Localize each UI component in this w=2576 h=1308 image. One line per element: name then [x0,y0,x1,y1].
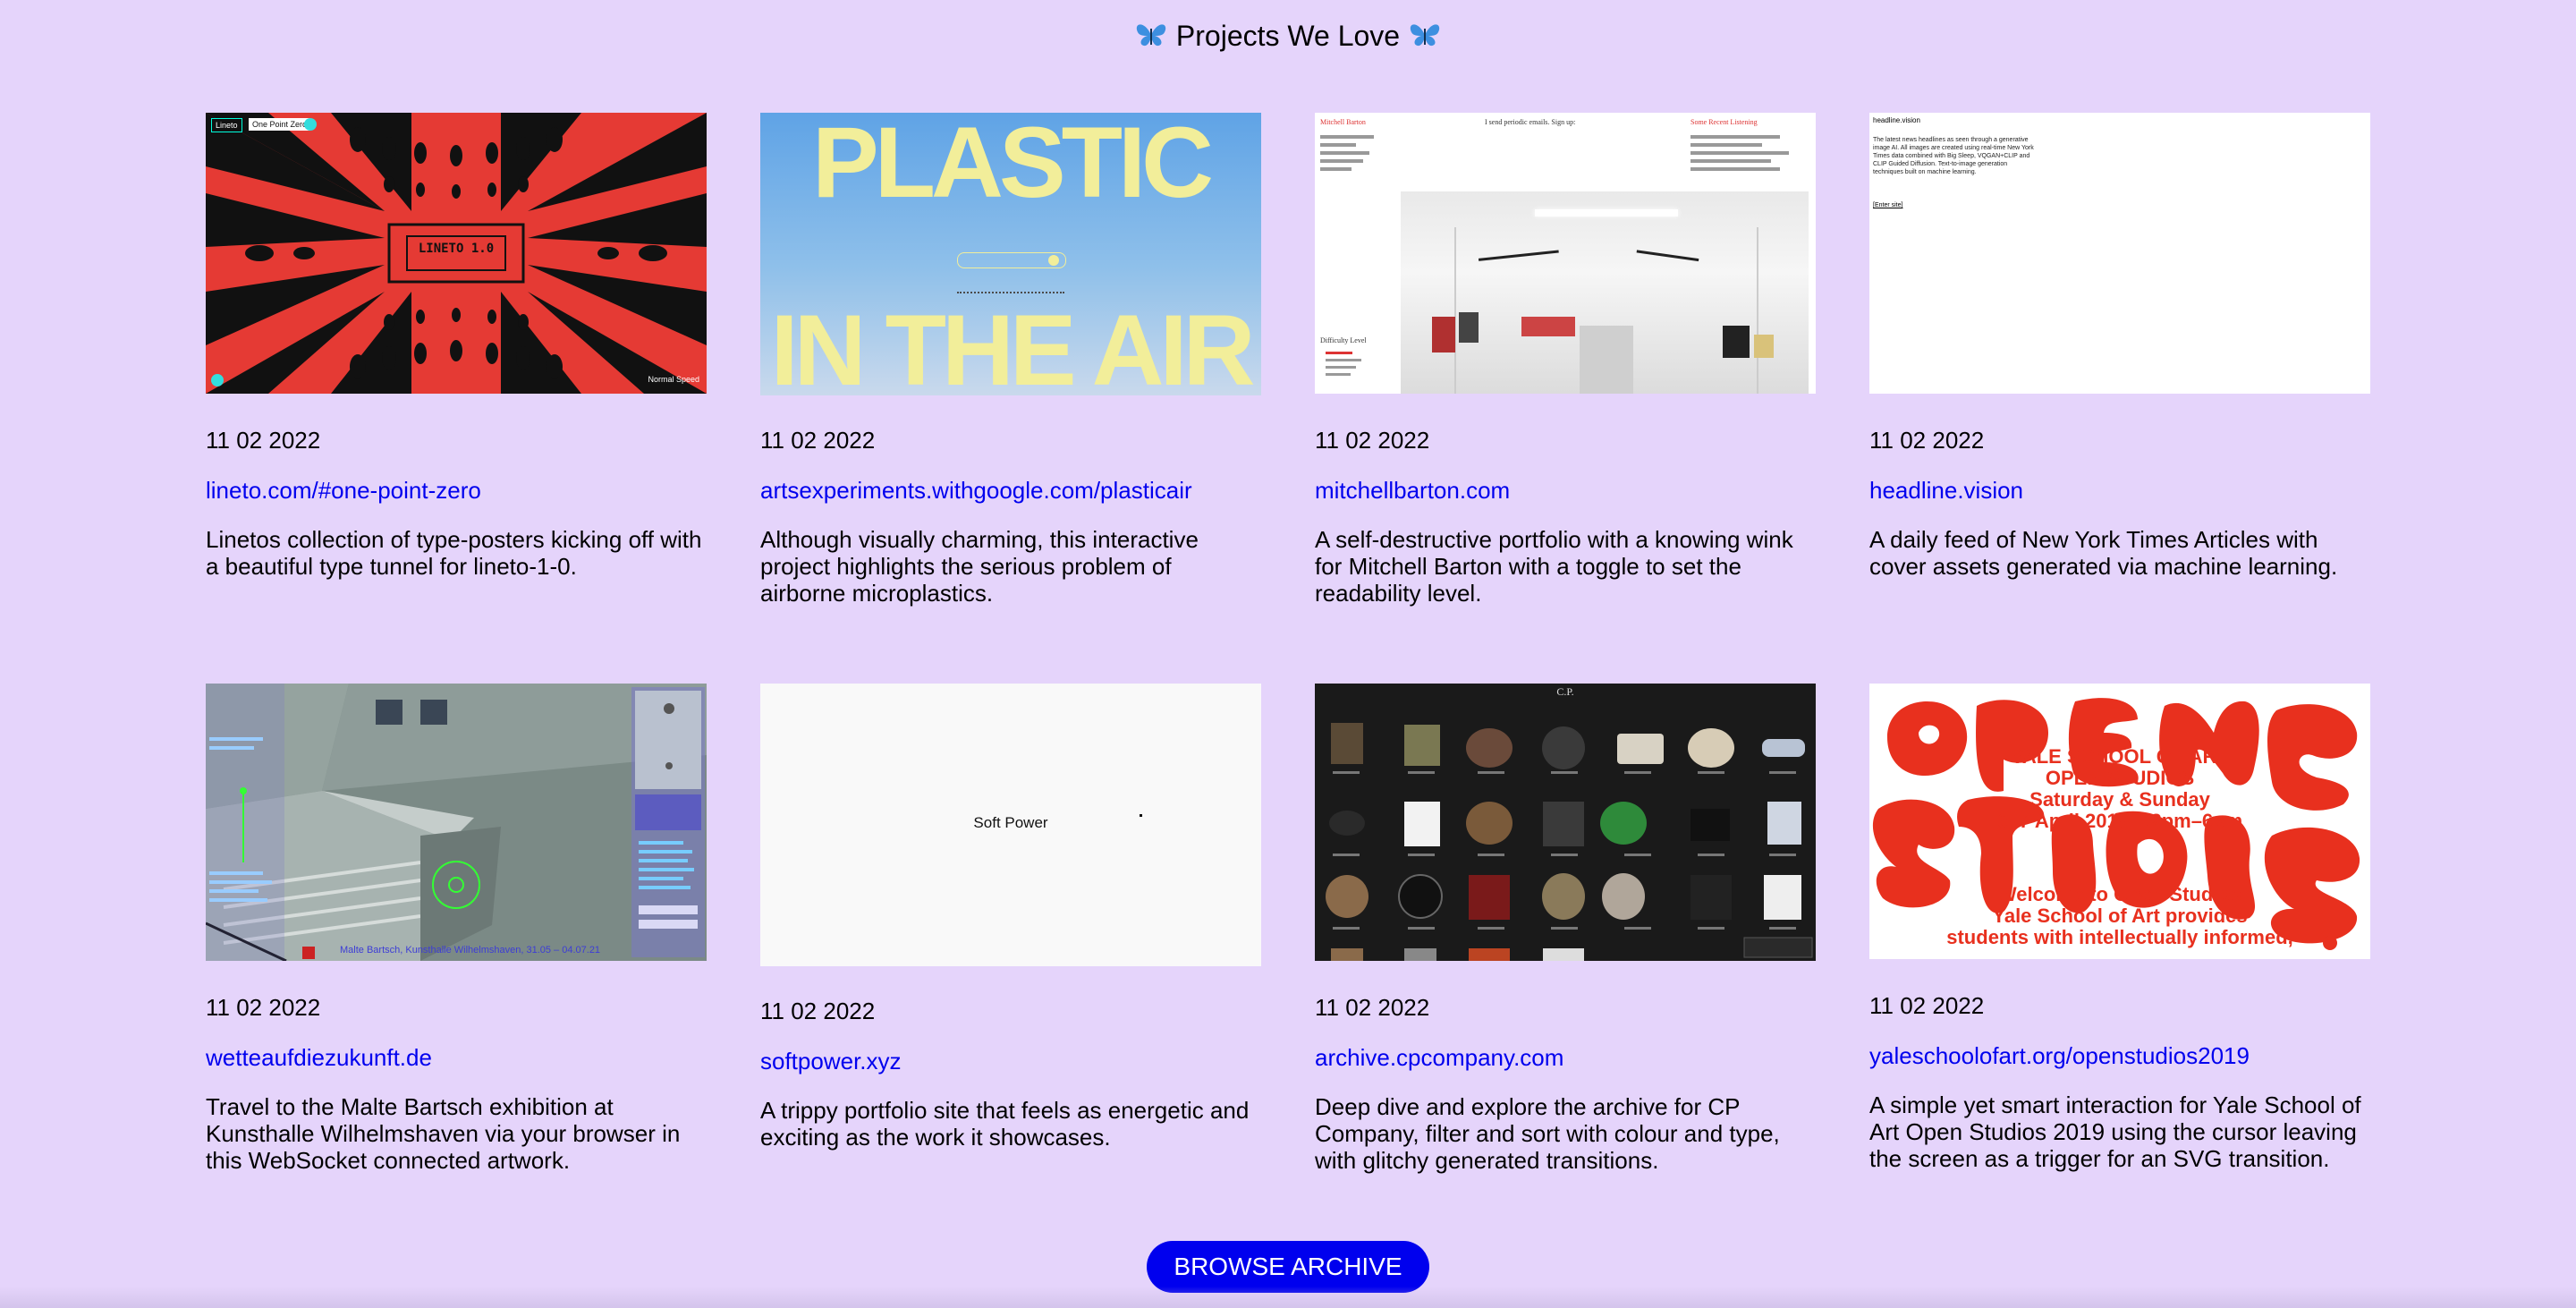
thumb-circle-icon [211,374,224,386]
project-description: Linetos collection of type-posters kicki… [206,526,702,580]
project-card: headline.vision The latest news headline… [1869,113,2370,580]
thumb-text: Saturday & Sunday [2029,788,2210,811]
bottom-fade [0,1287,2576,1308]
project-date: 11 02 2022 [206,994,321,1021]
project-thumbnail[interactable]: LINETO 1.0 Lineto One Point Zero Normal … [206,113,707,394]
thumb-list [1690,131,1798,175]
thumb-center-text: LINETO 1.0 [418,242,495,256]
cursor-icon [1140,814,1142,817]
thumb-body: The latest news headlines as seen throug… [1873,137,2034,175]
project-date: 11 02 2022 [760,998,876,1024]
project-thumbnail[interactable]: YALE SCHOOL OF ART OPEN STUDIOS Saturday… [1869,684,2370,959]
thumb-text: OPEN STUDIOS [2045,767,2195,789]
thumb-tagline: I send periodic emails. Sign up: [1485,118,1576,126]
project-card: Soft Power 11 02 2022 softpower.xyz A tr… [760,684,1261,1151]
project-link[interactable]: yaleschoolofart.org/openstudios2019 [1869,1041,2370,1070]
thumb-tag: Lineto [211,118,242,132]
project-date: 11 02 2022 [760,427,876,454]
thumb-list [1326,347,1379,380]
project-thumbnail[interactable]: headline.vision The latest news headline… [1869,113,2370,394]
project-link[interactable]: headline.vision [1869,476,2370,505]
thumb-tag: One Point Zero [249,118,311,131]
project-link[interactable]: artsexperiments.withgoogle.com/plasticai… [760,476,1261,505]
thumb-text: Yale School of Art provides [1992,905,2248,927]
thumb-toggle-knob [1048,255,1059,266]
project-thumbnail[interactable]: Soft Power [760,684,1261,966]
thumb-text: YALE SCHOOL OF ART [2011,745,2229,768]
thumb-headline: PLASTIC [811,113,1214,218]
thumb-caption: Malte Bartsch, Kunsthalle Wilhelmshaven,… [340,945,601,956]
butterfly-icon [1135,19,1167,58]
project-thumbnail[interactable]: PLASTIC IN THE AIR [760,113,1261,395]
project-thumbnail[interactable]: Malte Bartsch, Kunsthalle Wilhelmshaven,… [206,684,707,961]
thumb-text: students with intellectually informed, [1946,926,2293,948]
project-card: C.P. 11 02 2022 archive.cpcompany.com De… [1315,684,1816,1174]
project-description: A daily feed of New York Times Articles … [1869,526,2338,580]
page-title: Projects We Love [0,16,2576,58]
thumb-headline: IN THE AIR [770,294,1256,396]
thumb-heading: headline.vision [1873,116,1920,124]
project-card: Malte Bartsch, Kunsthalle Wilhelmshaven,… [206,684,707,1174]
project-card: PLASTIC IN THE AIR 11 02 2022 artsexperi… [760,113,1261,607]
butterfly-icon [1409,19,1441,58]
browse-archive-button[interactable]: BROWSE ARCHIVE [1147,1241,1429,1293]
thumb-section: Some Recent Listening [1690,118,1758,126]
project-thumbnail[interactable]: Mitchell Barton I send periodic emails. … [1315,113,1816,394]
thumb-circle-icon [304,118,317,131]
thumb-corner-text: Normal Speed [648,375,699,384]
project-thumbnail[interactable]: C.P. [1315,684,1816,961]
project-card: LINETO 1.0 Lineto One Point Zero Normal … [206,113,707,580]
project-card: Mitchell Barton I send periodic emails. … [1315,113,1816,607]
project-description: A self-destructive portfolio with a know… [1315,526,1793,607]
project-link[interactable]: wetteaufdiezukunft.de [206,1043,707,1072]
project-date: 11 02 2022 [1315,994,1430,1021]
page-title-text: Projects We Love [1175,20,1401,52]
thumb-enter-link: [Enter site] [1873,202,1903,208]
project-card: YALE SCHOOL OF ART OPEN STUDIOS Saturday… [1869,684,2370,1172]
project-description: Although visually charming, this interac… [760,526,1199,607]
project-description: A trippy portfolio site that feels as en… [760,1097,1250,1151]
project-link[interactable]: archive.cpcompany.com [1315,1043,1816,1072]
project-date: 11 02 2022 [1869,992,1985,1019]
project-description: Deep dive and explore the archive for CP… [1315,1093,1780,1174]
project-link[interactable]: lineto.com/#one-point-zero [206,476,707,505]
thumb-text: Welcome to Open Studios [1997,883,2242,905]
project-link[interactable]: softpower.xyz [760,1047,1261,1075]
project-date: 11 02 2022 [1315,427,1430,454]
thumb-name: Mitchell Barton [1320,118,1366,126]
thumb-center-text: Soft Power [973,814,1048,831]
project-description: A simple yet smart interaction for Yale … [1869,1091,2361,1172]
project-date: 11 02 2022 [206,427,321,454]
thumb-gallery-image [1401,191,1809,394]
thumb-list [1320,131,1383,175]
project-description: Travel to the Malte Bartsch exhibition a… [206,1093,681,1174]
project-date: 11 02 2022 [1869,427,1985,454]
thumb-text: 6–7 April 2019, 12pm–6pm [1996,810,2243,832]
thumb-difficulty: Difficulty Level [1320,336,1367,344]
project-link[interactable]: mitchellbarton.com [1315,476,1816,505]
